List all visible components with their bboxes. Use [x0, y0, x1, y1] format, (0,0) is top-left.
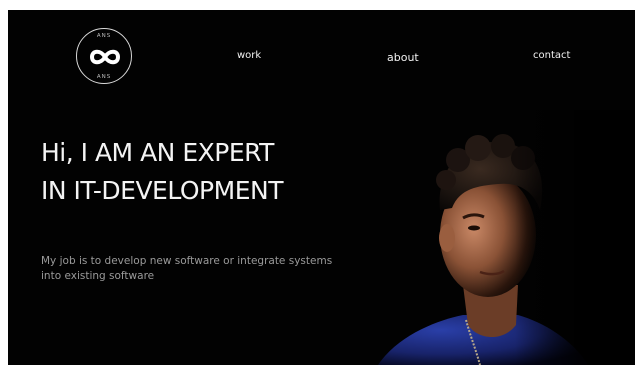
hero-section: ANS ANS work about contact Hi, I AM AN E…: [8, 10, 635, 365]
nav-link-about[interactable]: about: [387, 51, 419, 64]
portrait-image: [368, 110, 635, 365]
logo-bottom-text: ANS: [96, 74, 112, 80]
logo[interactable]: ANS ANS: [76, 28, 132, 84]
hero-headline: Hi, I AM AN EXPERT IN IT-DEVELOPMENT: [41, 134, 283, 210]
logo-top-text: ANS: [96, 33, 112, 39]
nav-link-work[interactable]: work: [237, 50, 261, 61]
headline-line-1: Hi, I AM AN EXPERT: [41, 138, 274, 167]
nav-link-contact[interactable]: contact: [533, 50, 570, 61]
hero-subtitle: My job is to develop new software or int…: [41, 255, 333, 282]
headline-line-2: IN IT-DEVELOPMENT: [41, 176, 283, 205]
infinity-icon: [90, 49, 120, 65]
